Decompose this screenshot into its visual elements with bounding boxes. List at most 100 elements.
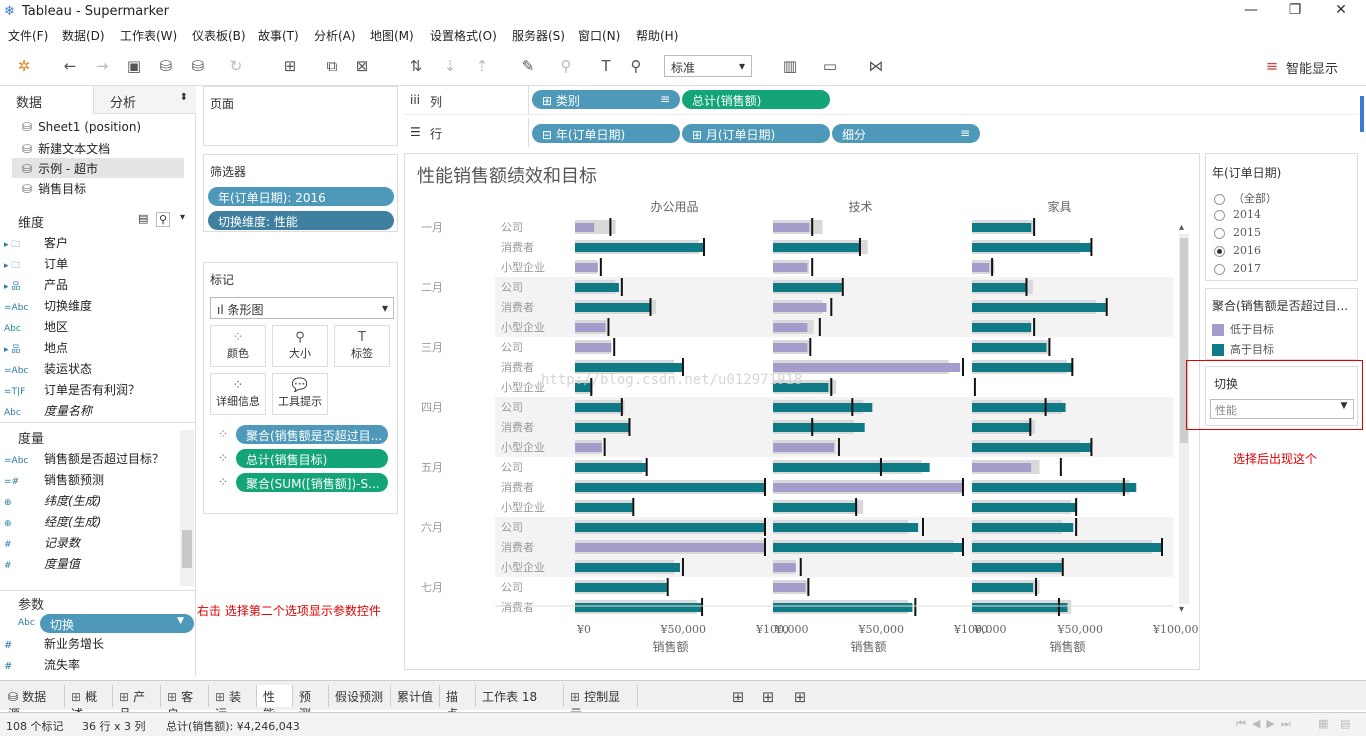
sales-bar[interactable] [972, 603, 1068, 612]
sales-bar[interactable] [773, 343, 808, 352]
new-worksheet-icon[interactable]: ⊞ [280, 56, 300, 76]
sales-bar[interactable] [972, 423, 1032, 432]
field-item[interactable]: ▸ 🗀 订单 [4, 255, 180, 275]
sales-bar[interactable] [575, 403, 621, 412]
restore-icon[interactable]: ❐ [1280, 2, 1310, 22]
clear-sheet-icon[interactable]: ⊠ [352, 56, 372, 76]
sales-bar[interactable] [575, 243, 703, 252]
sales-bar[interactable] [575, 583, 667, 592]
year-option[interactable]: 2016 [1214, 244, 1261, 257]
sales-bar[interactable] [773, 243, 859, 252]
sales-bar[interactable] [575, 563, 681, 572]
undo-icon[interactable]: ← [60, 56, 80, 76]
sales-bar[interactable] [972, 563, 1062, 572]
filter-pill-year[interactable]: 年(订单日期): 2016 [208, 187, 394, 206]
sales-bar[interactable] [773, 583, 806, 592]
redo-icon[interactable]: → [92, 56, 112, 76]
sheet-tab[interactable]: ⛁数据源 [2, 685, 65, 721]
datasource-item[interactable]: ⛁ 示例 - 超市 [12, 158, 184, 178]
sales-bar[interactable] [575, 343, 612, 352]
fit-select[interactable]: 标准 ▾ [664, 55, 752, 77]
close-icon[interactable]: ✕ [1326, 2, 1356, 22]
sales-bar[interactable] [972, 503, 1078, 512]
column-pill-category[interactable]: ⊞ 类别 ≡ [532, 90, 680, 109]
swap-rows-columns-icon[interactable]: ⇅ [406, 56, 426, 76]
show-labels-icon[interactable]: T [596, 56, 616, 76]
dimensions-menu-icon[interactable]: ▾ [180, 212, 185, 223]
sheet-tab[interactable]: ⊞控制显示 [564, 685, 638, 721]
parameter-item-selected[interactable]: Abc 切换 ▼ [4, 614, 194, 634]
sales-bar[interactable] [575, 603, 702, 612]
parameter-pill[interactable]: 切换 ▼ [40, 614, 194, 633]
radio-button[interactable] [1214, 209, 1225, 221]
sales-bar[interactable] [773, 303, 827, 312]
field-item[interactable]: =Abc 切换维度 [4, 297, 180, 317]
marks-field-pill[interactable]: 聚合(销售额是否超过目... [236, 425, 388, 444]
marks-field-pill[interactable]: 聚合(SUM([销售额])-S... [236, 473, 388, 492]
menu-item-4[interactable]: 故事(T) [258, 27, 299, 44]
new-dashboard-tab-icon[interactable]: ⊞ [758, 687, 778, 707]
sales-bar[interactable] [773, 563, 796, 572]
menu-item-3[interactable]: 仪表板(B) [192, 27, 246, 44]
menu-item-2[interactable]: 工作表(W) [120, 27, 177, 44]
menu-item-8[interactable]: 服务器(S) [512, 27, 565, 44]
field-item[interactable]: Abc 地区 [4, 318, 180, 338]
duplicate-sheet-icon[interactable]: ⧉ [322, 56, 342, 76]
sales-bar[interactable] [972, 303, 1106, 312]
year-option[interactable]: 2015 [1214, 226, 1261, 239]
row-pill-year[interactable]: ⊟ 年(订单日期) [532, 124, 680, 143]
field-item[interactable]: ▸ 品 产品 [4, 276, 180, 296]
legend-item[interactable]: 高于目标 [1212, 341, 1274, 357]
filters-shelf[interactable]: 筛选器 年(订单日期): 2016 切换维度: 性能 [203, 154, 398, 232]
sales-bar[interactable] [972, 363, 1074, 372]
sales-bar[interactable] [773, 403, 873, 412]
sales-bar[interactable] [972, 263, 990, 272]
refresh-icon[interactable]: ↻ [226, 56, 246, 76]
marks-color-button[interactable]: ⁘ 颜色 [210, 325, 266, 367]
sales-bar[interactable] [972, 463, 1032, 472]
datasource-item[interactable]: ⛁ 销售目标 [12, 178, 184, 198]
sales-bar[interactable] [972, 583, 1034, 592]
marks-field-pill[interactable]: 总计(销售目标) [236, 449, 388, 468]
radio-button[interactable] [1214, 227, 1225, 239]
sales-bar[interactable] [972, 243, 1091, 252]
sales-bar[interactable] [773, 423, 865, 432]
menu-item-10[interactable]: 帮助(H) [636, 27, 678, 44]
sales-bar[interactable] [773, 323, 808, 332]
marks-size-button[interactable]: ⚲ 大小 [272, 325, 328, 367]
sheet-navigation-icons[interactable]: ⏮◀▶⏭ [1236, 717, 1297, 731]
sales-bar[interactable] [773, 543, 962, 552]
field-item[interactable]: ▸ 品 地点 [4, 339, 180, 359]
search-icon[interactable]: ⚲ [156, 212, 171, 227]
share-icon[interactable]: ⋈ [866, 56, 886, 76]
parameter-item[interactable]: # 流失率 [4, 656, 80, 676]
field-item[interactable]: ⊕ 纬度(生成) [4, 492, 180, 512]
radio-button[interactable] [1214, 193, 1225, 205]
tab-analysis[interactable]: 分析 ⬍ [94, 86, 196, 114]
menu-item-6[interactable]: 地图(M) [370, 27, 414, 44]
sales-bar[interactable] [575, 523, 764, 532]
sales-bar[interactable] [575, 483, 764, 492]
sales-bar[interactable] [773, 503, 858, 512]
radio-button[interactable] [1214, 263, 1225, 275]
sales-bar[interactable] [773, 443, 835, 452]
new-worksheet-tab-icon[interactable]: ⊞ [728, 687, 748, 707]
year-option[interactable]: 2017 [1214, 262, 1261, 275]
sheet-tab[interactable]: ⊞装运 [209, 685, 257, 721]
measures-scrollbar[interactable] [180, 430, 194, 586]
sales-bar[interactable] [575, 503, 633, 512]
show-cards-icon[interactable]: ▥ [780, 56, 800, 76]
field-item[interactable]: =Abc 装运状态 [4, 360, 180, 380]
group-members-icon[interactable]: ⚲ [556, 56, 576, 76]
sales-bar[interactable] [972, 323, 1032, 332]
fix-axes-icon[interactable]: ⚲ [626, 56, 646, 76]
radio-button[interactable] [1214, 245, 1225, 257]
pause-updates-icon[interactable]: ⛁ [188, 56, 208, 76]
new-story-tab-icon[interactable]: ⊞ [790, 687, 810, 707]
scroll-down-icon[interactable]: ▾ [1179, 604, 1184, 615]
marks-label-button[interactable]: T 标签 [334, 325, 390, 367]
sort-ascending-icon[interactable]: ⇣ [440, 56, 460, 76]
list-view-icon[interactable]: ▤ [1340, 717, 1350, 730]
sales-bar[interactable] [575, 263, 598, 272]
sheet-tab[interactable]: 性能 [257, 685, 293, 721]
